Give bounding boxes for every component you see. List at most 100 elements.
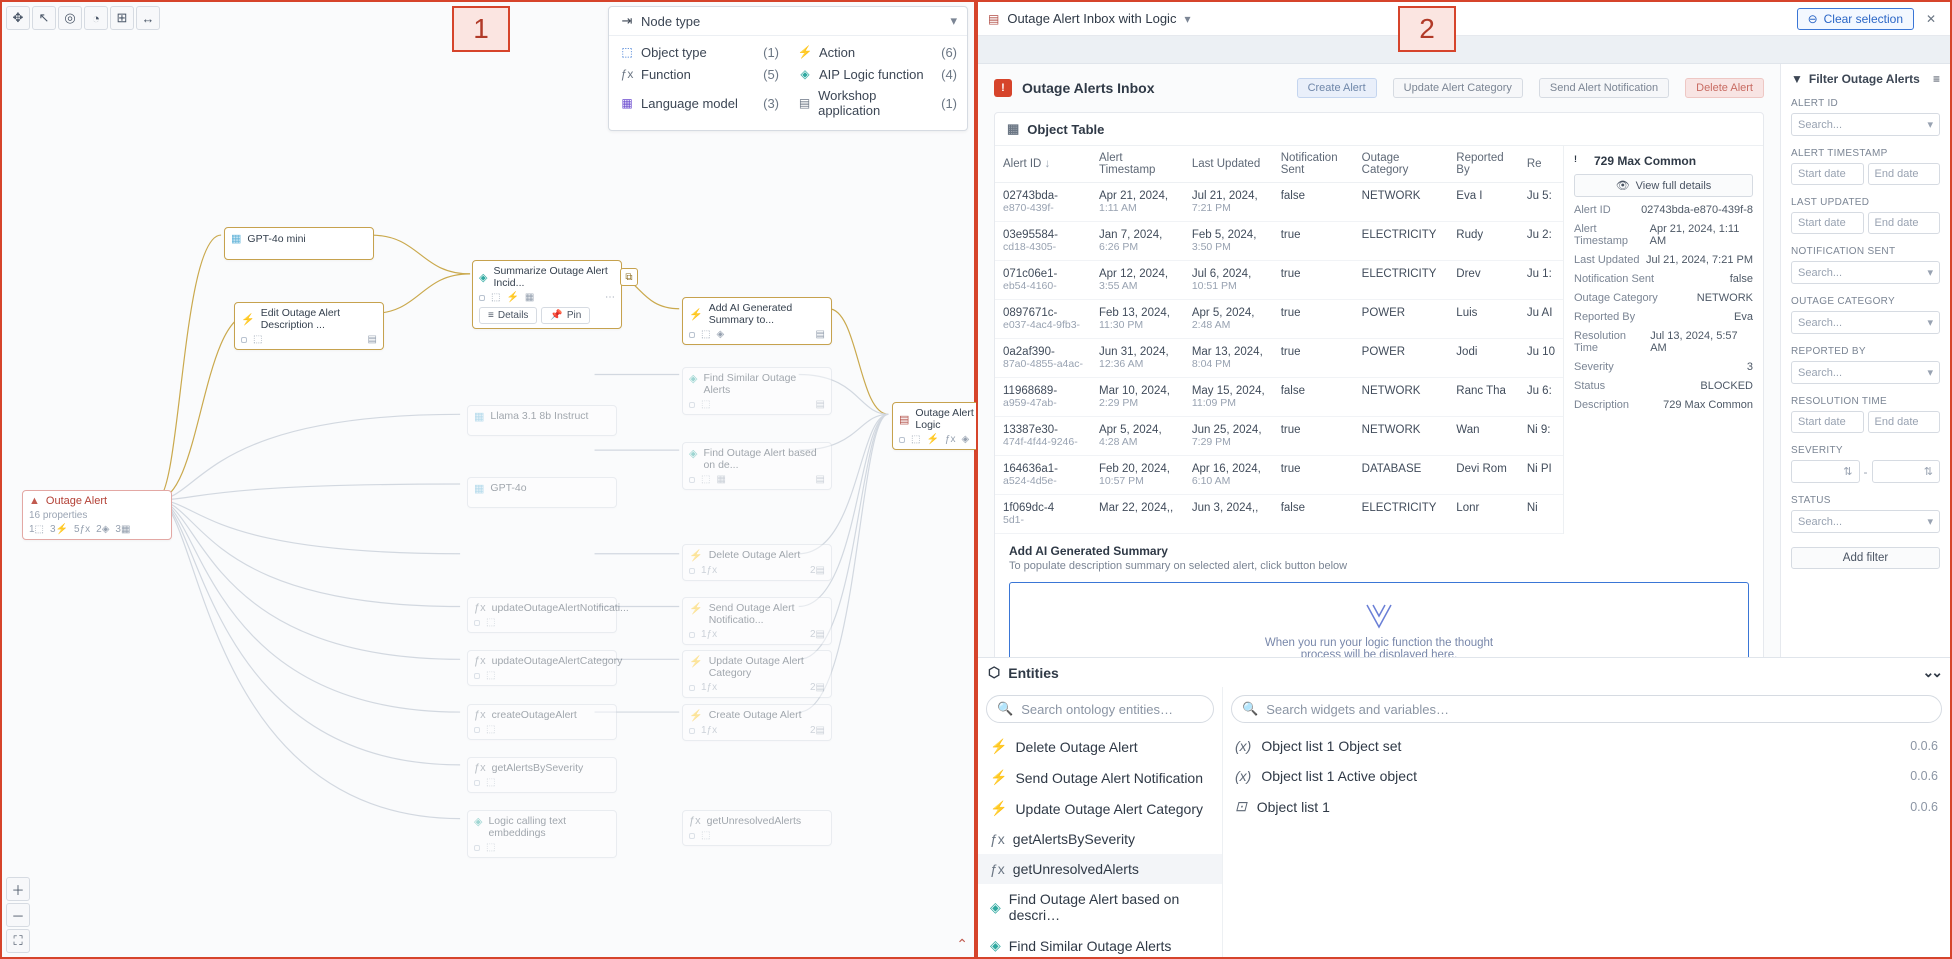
filter-res-start[interactable]: Start date [1791, 411, 1864, 433]
node-update-cat-fn[interactable]: ƒxupdateOutageAlertCategory⬚ [467, 650, 617, 686]
node-get-severity[interactable]: ƒxgetAlertsBySeverity⬚ [467, 757, 617, 793]
node-find-on-desc[interactable]: ◈Find Outage Alert based on de...⬚▦▤ [682, 442, 832, 490]
detail-kv: StatusBLOCKED [1574, 380, 1753, 392]
alerts-table: Alert ID ↓Alert TimestampLast UpdatedNot… [995, 146, 1563, 534]
detail-kv: Resolution TimeJul 13, 2024, 5:57 AM [1574, 330, 1753, 354]
entity-item[interactable]: ⚡Delete Outage Alert [978, 731, 1222, 762]
entity-item[interactable]: ◈Find Similar Outage Alerts [978, 930, 1222, 957]
column-header[interactable]: Reported By [1448, 146, 1519, 183]
column-header[interactable]: Notification Sent [1273, 146, 1354, 183]
column-header[interactable]: Alert Timestamp [1091, 146, 1184, 183]
delete-alert-button[interactable]: Delete Alert [1685, 78, 1764, 98]
filter-lu-end[interactable]: End date [1868, 212, 1941, 234]
collapse-icon[interactable]: ⌃ [956, 936, 968, 953]
variable-item[interactable]: ⊡Object list 10.0.6 [1223, 791, 1950, 822]
detail-kv: Alert TimestampApr 21, 2024, 1:11 AM [1574, 223, 1753, 247]
node-get-unresolved[interactable]: ƒxgetUnresolvedAlerts⬚ [682, 810, 832, 846]
filter-sev-max[interactable]: ⇅ [1872, 460, 1941, 483]
entity-label: Find Similar Outage Alerts [1009, 938, 1172, 954]
variable-item[interactable]: (x)Object list 1 Active object0.0.6 [1223, 761, 1950, 791]
entity-icon: ◈ [990, 899, 1001, 916]
details-button[interactable]: ≡ Details [479, 307, 537, 324]
add-filter-button[interactable]: Add filter [1791, 547, 1940, 569]
clear-selection-button[interactable]: ⊖ Clear selection [1797, 8, 1914, 30]
entity-item[interactable]: ⚡Update Outage Alert Category [978, 793, 1222, 824]
filter-cat[interactable]: Search...▾ [1791, 311, 1940, 334]
table-row[interactable]: 0897671c-e037-4ac4-9fb3- Feb 13, 2024,11… [995, 300, 1563, 339]
variable-label: Object list 1 Object set [1261, 738, 1401, 754]
node-logic-emb[interactable]: ◈Logic calling text embeddings⬚ [467, 810, 617, 858]
table-row[interactable]: 11968689-a959-47ab- Mar 10, 2024,2:29 PM… [995, 378, 1563, 417]
column-header[interactable]: Re [1519, 146, 1563, 183]
filter-res-end[interactable]: End date [1868, 411, 1941, 433]
title-chevron-icon[interactable]: ▾ [1184, 12, 1190, 26]
filter-icon: ▼ [1791, 72, 1803, 86]
node-delete[interactable]: ⚡Delete Outage Alert1ƒx2▤ [682, 544, 832, 581]
create-alert-button[interactable]: Create Alert [1297, 78, 1377, 98]
table-row[interactable]: 03e95584-cd18-4305- Jan 7, 2024,6:26 PM … [995, 222, 1563, 261]
node-update-notify-fn[interactable]: ƒxupdateOutageAlertNotificati...⬚ [467, 597, 617, 633]
detail-kv: Description729 Max Common [1574, 399, 1753, 411]
node-send-notify[interactable]: ⚡Send Outage Alert Notificatio...1ƒx2▤ [682, 597, 832, 645]
right-header: ▤ Outage Alert Inbox with Logic ▾ ⊖ Clea… [978, 2, 1950, 36]
entity-item[interactable]: ⚡Send Outage Alert Notification [978, 762, 1222, 793]
filter-notif[interactable]: Search...▾ [1791, 261, 1940, 284]
entity-icon: ƒx [990, 861, 1005, 877]
detail-panel: !729 Max Common 👁View full details Alert… [1563, 146, 1763, 534]
node-gpt4o[interactable]: ▦GPT-4o [467, 477, 617, 508]
ai-heading: Add AI Generated Summary [1009, 544, 1749, 558]
table-row[interactable]: 071c06e1-eb54-4160- Apr 12, 2024,3:55 AM… [995, 261, 1563, 300]
variable-icon: ⊡ [1235, 798, 1247, 815]
node-edit-description[interactable]: ⚡Edit Outage Alert Description ... ⬚▤ [234, 302, 384, 350]
entity-label: Delete Outage Alert [1015, 739, 1137, 755]
variable-version: 0.0.6 [1910, 800, 1938, 814]
filter-reported[interactable]: Search...▾ [1791, 361, 1940, 384]
node-gpt4o-mini[interactable]: ▦GPT-4o mini [224, 227, 374, 260]
filter-ts-end[interactable]: End date [1868, 163, 1941, 185]
filter-status[interactable]: Search...▾ [1791, 510, 1940, 533]
filter-label: NOTIFICATION SENT [1791, 246, 1940, 257]
filter-lu-start[interactable]: Start date [1791, 212, 1864, 234]
table-row[interactable]: 164636a1-a524-4d5e- Feb 20, 2024,10:57 P… [995, 456, 1563, 495]
filter-label: REPORTED BY [1791, 346, 1940, 357]
column-header[interactable]: Outage Category [1354, 146, 1449, 183]
detail-title: 729 Max Common [1594, 154, 1696, 168]
clear-icon: ⊖ [1808, 12, 1818, 26]
variable-item[interactable]: (x)Object list 1 Object set0.0.6 [1223, 731, 1950, 761]
collapse-entities-icon[interactable]: ⌄⌄ [1923, 664, 1940, 681]
view-details-button[interactable]: 👁View full details [1574, 174, 1753, 197]
node-llama[interactable]: ▦Llama 3.1 8b Instruct [467, 405, 617, 436]
filter-title: Filter Outage Alerts [1809, 72, 1920, 86]
node-summarize[interactable]: ◈Summarize Outage Alert Incid... ⬚⚡▦⋯ ≡ … [472, 260, 622, 329]
node-find-similar[interactable]: ◈Find Similar Outage Alerts⬚▤ [682, 367, 832, 415]
update-category-button[interactable]: Update Alert Category [1393, 78, 1523, 98]
column-header[interactable]: Last Updated [1184, 146, 1273, 183]
entity-item[interactable]: ƒxgetAlertsBySeverity [978, 824, 1222, 854]
close-icon[interactable]: ✕ [1922, 10, 1940, 28]
table-row[interactable]: 0a2af390-87a0-4855-a4ac- Jun 31, 2024,12… [995, 339, 1563, 378]
table-row[interactable]: 13387e30-474f-4f44-9246- Apr 5, 2024,4:2… [995, 417, 1563, 456]
column-header[interactable]: Alert ID ↓ [995, 146, 1091, 183]
filter-label: LAST UPDATED [1791, 197, 1940, 208]
pin-button[interactable]: 📌 Pin [541, 307, 590, 324]
filter-alert-id[interactable]: Search...▾ [1791, 113, 1940, 136]
node-create-fn[interactable]: ƒxcreateOutageAlert⬚ [467, 704, 617, 740]
send-notification-button[interactable]: Send Alert Notification [1539, 78, 1669, 98]
filter-sev-min[interactable]: ⇅ [1791, 460, 1860, 483]
entity-item[interactable]: ◈Find Outage Alert based on descri… [978, 884, 1222, 930]
ontology-search[interactable]: 🔍Search ontology entities… [986, 695, 1214, 723]
table-row[interactable]: 02743bda-e870-439f- Apr 21, 2024,1:11 AM… [995, 183, 1563, 222]
detail-kv: Severity3 [1574, 361, 1753, 373]
entity-item[interactable]: ƒxgetUnresolvedAlerts [978, 854, 1222, 884]
node-add-summary[interactable]: ⚡Add AI Generated Summary to... ⬚◈▤ [682, 297, 832, 345]
inbox-title: Outage Alerts Inbox [1022, 80, 1155, 96]
filter-ts-start[interactable]: Start date [1791, 163, 1864, 185]
filter-menu-icon[interactable]: ≡ [1933, 72, 1940, 86]
filter-label: STATUS [1791, 495, 1940, 506]
node-badge-icon[interactable]: ⧉ [620, 268, 638, 286]
node-update-cat-act[interactable]: ⚡Update Outage Alert Category1ƒx2▤ [682, 650, 832, 698]
node-outage-alert[interactable]: ▲Outage Alert 16 properties 1⬚3⚡5ƒx2◈3▦ [22, 490, 172, 540]
widgets-search[interactable]: 🔍Search widgets and variables… [1231, 695, 1942, 723]
table-row[interactable]: 1f069dc-45d1- Mar 22, 2024,, Jun 3, 2024… [995, 495, 1563, 534]
node-create-act[interactable]: ⚡Create Outage Alert1ƒx2▤ [682, 704, 832, 741]
